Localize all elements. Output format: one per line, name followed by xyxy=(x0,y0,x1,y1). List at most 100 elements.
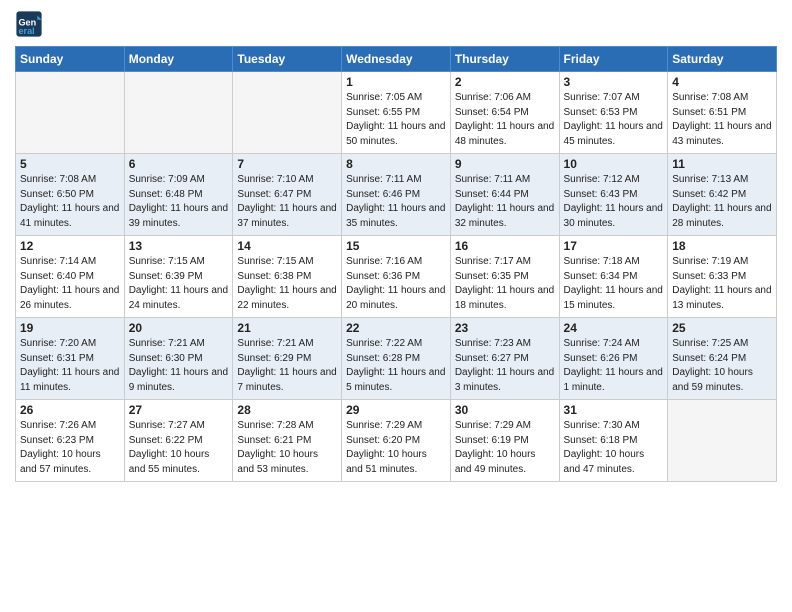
day-info: Sunrise: 7:26 AM Sunset: 6:23 PM Dayligh… xyxy=(20,419,120,477)
calendar-cell xyxy=(233,72,342,154)
weekday-header-wednesday: Wednesday xyxy=(342,47,451,72)
day-number: 28 xyxy=(237,403,337,417)
day-number: 21 xyxy=(237,321,337,335)
logo: Gen eral xyxy=(15,10,45,38)
day-number: 8 xyxy=(346,157,446,171)
calendar-cell: 12Sunrise: 7:14 AM Sunset: 6:40 PM Dayli… xyxy=(16,236,125,318)
day-number: 17 xyxy=(564,239,664,253)
logo-icon: Gen eral xyxy=(15,10,43,38)
day-info: Sunrise: 7:29 AM Sunset: 6:20 PM Dayligh… xyxy=(346,419,446,477)
day-info: Sunrise: 7:07 AM Sunset: 6:53 PM Dayligh… xyxy=(564,91,664,149)
weekday-header-sunday: Sunday xyxy=(16,47,125,72)
day-info: Sunrise: 7:11 AM Sunset: 6:44 PM Dayligh… xyxy=(455,173,555,231)
calendar-cell: 14 Sunrise: 7:15 AM Sunset: 6:38 PM Dayli… xyxy=(233,236,342,318)
calendar-cell: 2 Sunrise: 7:06 AM Sunset: 6:54 PM Daylig… xyxy=(450,72,559,154)
calendar-cell: 29Sunrise: 7:29 AM Sunset: 6:20 PM Dayli… xyxy=(342,400,451,482)
day-number: 10 xyxy=(564,157,664,171)
day-info: Sunrise: 7:15 AM Sunset: 6:39 PM Dayligh… xyxy=(129,255,229,313)
day-number: 24 xyxy=(564,321,664,335)
week-row-4: 19 Sunrise: 7:20 AM Sunset: 6:31 PM Dayli… xyxy=(16,318,777,400)
day-info: Sunrise: 7:08 AM Sunset: 6:51 PM Dayligh… xyxy=(672,91,772,149)
day-info: Sunrise: 7:17 AM Sunset: 6:35 PM Dayligh… xyxy=(455,255,555,313)
weekday-header-tuesday: Tuesday xyxy=(233,47,342,72)
day-number: 2 xyxy=(455,75,555,89)
day-info: Sunrise: 7:25 AM Sunset: 6:24 PM Dayligh… xyxy=(672,337,772,395)
day-info: Sunrise: 7:24 AM Sunset: 6:26 PM Dayligh… xyxy=(564,337,664,395)
day-number: 9 xyxy=(455,157,555,171)
day-number: 20 xyxy=(129,321,229,335)
day-info: Sunrise: 7:20 AM Sunset: 6:31 PM Dayligh… xyxy=(20,337,120,395)
calendar-cell xyxy=(668,400,777,482)
header-row: Gen eral xyxy=(15,10,777,38)
day-info: Sunrise: 7:08 AM Sunset: 6:50 PM Dayligh… xyxy=(20,173,120,231)
calendar-cell: 15Sunrise: 7:16 AM Sunset: 6:36 PM Dayli… xyxy=(342,236,451,318)
weekday-header-monday: Monday xyxy=(124,47,233,72)
day-number: 12 xyxy=(20,239,120,253)
calendar-cell: 16 Sunrise: 7:17 AM Sunset: 6:35 PM Dayli… xyxy=(450,236,559,318)
day-info: Sunrise: 7:18 AM Sunset: 6:34 PM Dayligh… xyxy=(564,255,664,313)
calendar-table: SundayMondayTuesdayWednesdayThursdayFrid… xyxy=(15,46,777,482)
day-info: Sunrise: 7:30 AM Sunset: 6:18 PM Dayligh… xyxy=(564,419,664,477)
day-info: Sunrise: 7:22 AM Sunset: 6:28 PM Dayligh… xyxy=(346,337,446,395)
weekday-header-saturday: Saturday xyxy=(668,47,777,72)
day-number: 26 xyxy=(20,403,120,417)
calendar-cell: 26 Sunrise: 7:26 AM Sunset: 6:23 PM Dayli… xyxy=(16,400,125,482)
day-number: 6 xyxy=(129,157,229,171)
day-info: Sunrise: 7:15 AM Sunset: 6:38 PM Dayligh… xyxy=(237,255,337,313)
calendar-cell: 6 Sunrise: 7:09 AM Sunset: 6:48 PM Daylig… xyxy=(124,154,233,236)
day-number: 23 xyxy=(455,321,555,335)
day-info: Sunrise: 7:11 AM Sunset: 6:46 PM Dayligh… xyxy=(346,173,446,231)
main-container: Gen eral SundayMondayTuesdayWednesdayThu… xyxy=(0,0,792,487)
day-info: Sunrise: 7:09 AM Sunset: 6:48 PM Dayligh… xyxy=(129,173,229,231)
calendar-cell: 1Sunrise: 7:05 AM Sunset: 6:55 PM Daylig… xyxy=(342,72,451,154)
day-info: Sunrise: 7:12 AM Sunset: 6:43 PM Dayligh… xyxy=(564,173,664,231)
weekday-header-thursday: Thursday xyxy=(450,47,559,72)
day-info: Sunrise: 7:19 AM Sunset: 6:33 PM Dayligh… xyxy=(672,255,772,313)
weekday-header-friday: Friday xyxy=(559,47,668,72)
calendar-cell: 23Sunrise: 7:23 AM Sunset: 6:27 PM Dayli… xyxy=(450,318,559,400)
calendar-cell: 30Sunrise: 7:29 AM Sunset: 6:19 PM Dayli… xyxy=(450,400,559,482)
day-number: 22 xyxy=(346,321,446,335)
day-number: 3 xyxy=(564,75,664,89)
calendar-cell: 7Sunrise: 7:10 AM Sunset: 6:47 PM Daylig… xyxy=(233,154,342,236)
calendar-cell: 3 Sunrise: 7:07 AM Sunset: 6:53 PM Daylig… xyxy=(559,72,668,154)
calendar-cell: 25Sunrise: 7:25 AM Sunset: 6:24 PM Dayli… xyxy=(668,318,777,400)
day-number: 13 xyxy=(129,239,229,253)
day-info: Sunrise: 7:27 AM Sunset: 6:22 PM Dayligh… xyxy=(129,419,229,477)
day-number: 19 xyxy=(20,321,120,335)
day-number: 27 xyxy=(129,403,229,417)
day-number: 5 xyxy=(20,157,120,171)
calendar-cell: 10 Sunrise: 7:12 AM Sunset: 6:43 PM Dayli… xyxy=(559,154,668,236)
calendar-cell xyxy=(124,72,233,154)
week-row-3: 12Sunrise: 7:14 AM Sunset: 6:40 PM Dayli… xyxy=(16,236,777,318)
day-number: 14 xyxy=(237,239,337,253)
day-number: 30 xyxy=(455,403,555,417)
calendar-cell: 24 Sunrise: 7:24 AM Sunset: 6:26 PM Dayli… xyxy=(559,318,668,400)
day-number: 11 xyxy=(672,157,772,171)
day-number: 31 xyxy=(564,403,664,417)
calendar-cell: 18 Sunrise: 7:19 AM Sunset: 6:33 PM Dayli… xyxy=(668,236,777,318)
day-number: 18 xyxy=(672,239,772,253)
calendar-cell: 28Sunrise: 7:28 AM Sunset: 6:21 PM Dayli… xyxy=(233,400,342,482)
day-number: 4 xyxy=(672,75,772,89)
week-row-5: 26 Sunrise: 7:26 AM Sunset: 6:23 PM Dayli… xyxy=(16,400,777,482)
calendar-cell: 9 Sunrise: 7:11 AM Sunset: 6:44 PM Daylig… xyxy=(450,154,559,236)
calendar-cell: 31 Sunrise: 7:30 AM Sunset: 6:18 PM Dayli… xyxy=(559,400,668,482)
day-info: Sunrise: 7:21 AM Sunset: 6:29 PM Dayligh… xyxy=(237,337,337,395)
day-number: 1 xyxy=(346,75,446,89)
calendar-cell: 4 Sunrise: 7:08 AM Sunset: 6:51 PM Daylig… xyxy=(668,72,777,154)
week-row-2: 5 Sunrise: 7:08 AM Sunset: 6:50 PM Daylig… xyxy=(16,154,777,236)
day-info: Sunrise: 7:21 AM Sunset: 6:30 PM Dayligh… xyxy=(129,337,229,395)
day-info: Sunrise: 7:06 AM Sunset: 6:54 PM Dayligh… xyxy=(455,91,555,149)
weekday-header-row: SundayMondayTuesdayWednesdayThursdayFrid… xyxy=(16,47,777,72)
calendar-cell: 8 Sunrise: 7:11 AM Sunset: 6:46 PM Daylig… xyxy=(342,154,451,236)
day-number: 15 xyxy=(346,239,446,253)
calendar-cell: 19 Sunrise: 7:20 AM Sunset: 6:31 PM Dayli… xyxy=(16,318,125,400)
calendar-cell: 21 Sunrise: 7:21 AM Sunset: 6:29 PM Dayli… xyxy=(233,318,342,400)
calendar-cell: 5 Sunrise: 7:08 AM Sunset: 6:50 PM Daylig… xyxy=(16,154,125,236)
calendar-cell: 17 Sunrise: 7:18 AM Sunset: 6:34 PM Dayli… xyxy=(559,236,668,318)
day-info: Sunrise: 7:10 AM Sunset: 6:47 PM Dayligh… xyxy=(237,173,337,231)
calendar-cell: 22 Sunrise: 7:22 AM Sunset: 6:28 PM Dayli… xyxy=(342,318,451,400)
day-number: 16 xyxy=(455,239,555,253)
calendar-cell xyxy=(16,72,125,154)
